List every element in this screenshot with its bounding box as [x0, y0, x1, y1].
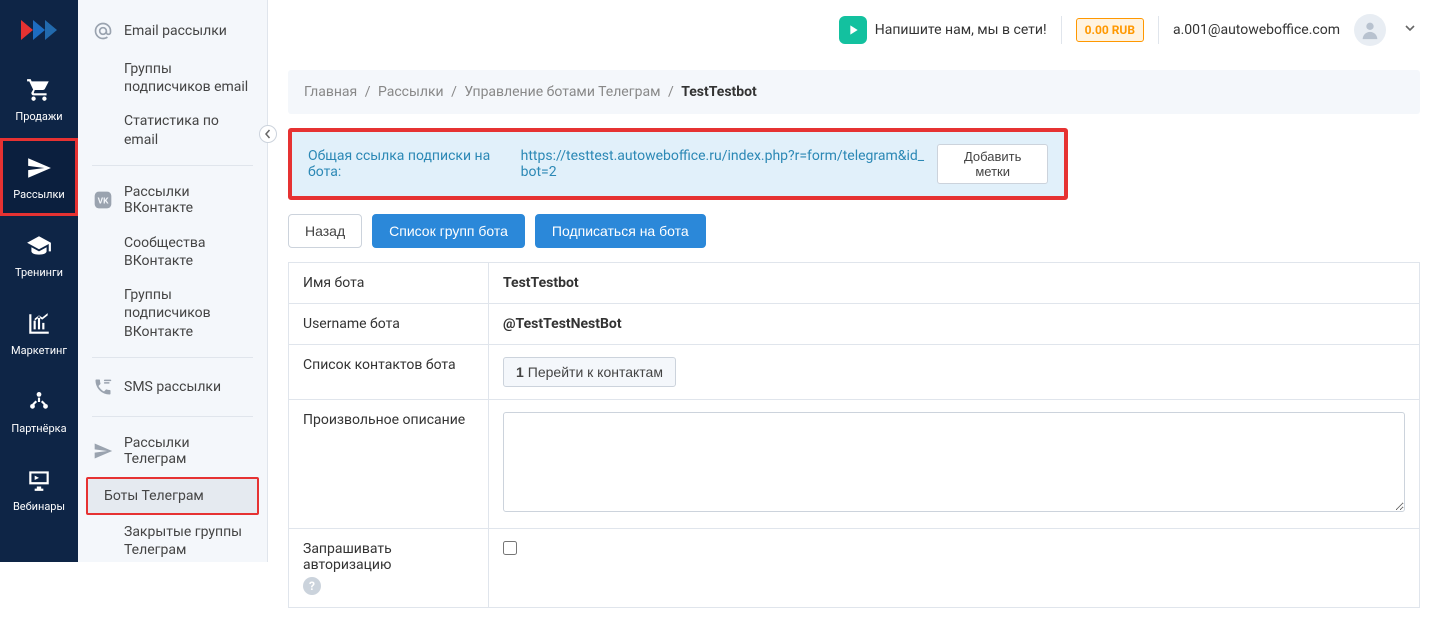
divider	[92, 165, 253, 166]
sidebar-vk-label: Рассылки ВКонтакте	[124, 184, 253, 216]
sidebar-telegram-bots[interactable]: Боты Телеграм	[86, 477, 259, 515]
secondary-sidebar: Email рассылки Группы подписчиков email …	[78, 0, 268, 562]
topbar: Напишите нам, мы в сети! 0.00 RUB a.001@…	[268, 0, 1440, 60]
nav-marketing-label: Маркетинг	[11, 344, 67, 357]
play-icon	[839, 16, 867, 44]
table-row: Запрашивать авторизацию ?	[289, 529, 1420, 608]
sidebar-telegram-label: Рассылки Телеграм	[124, 435, 253, 467]
nav-partner-label: Партнёрка	[11, 422, 66, 435]
contacts-link-text: Перейти к контактам	[528, 364, 663, 380]
sidebar-sms[interactable]: SMS рассылки	[78, 366, 267, 408]
contacts-count: 1	[516, 364, 524, 380]
sidebar-email[interactable]: Email рассылки	[78, 10, 267, 52]
svg-text:VK: VK	[98, 196, 109, 206]
breadcrumb-sep: /	[668, 84, 674, 100]
table-row: Список контактов бота 1 Перейти к контак…	[289, 345, 1420, 400]
logo-icon	[19, 16, 59, 44]
chat-widget[interactable]: Напишите нам, мы в сети!	[839, 16, 1047, 44]
subscription-link-panel: Общая ссылка подписки на бота: https://t…	[288, 128, 1068, 200]
bot-groups-button[interactable]: Список групп бота	[372, 214, 525, 248]
app-logo[interactable]	[0, 0, 78, 60]
breadcrumb-sep: /	[451, 84, 457, 100]
description-label: Произвольное описание	[289, 400, 489, 529]
go-to-contacts-button[interactable]: 1 Перейти к контактам	[503, 357, 676, 387]
sidebar-telegram[interactable]: Рассылки Телеграм	[78, 425, 267, 477]
chart-icon	[25, 310, 53, 338]
sidebar-email-stats[interactable]: Статистика по email	[78, 104, 267, 156]
breadcrumb-home[interactable]: Главная	[304, 84, 357, 100]
bot-detail-table: Имя бота TestTestbot Username бота @Test…	[288, 262, 1420, 608]
bot-name-value: TestTestbot	[489, 263, 1420, 304]
action-buttons: Назад Список групп бота Подписаться на б…	[288, 214, 1420, 248]
help-icon[interactable]: ?	[303, 577, 321, 595]
graduation-icon	[25, 232, 53, 260]
divider	[92, 416, 253, 417]
back-button[interactable]: Назад	[288, 214, 362, 248]
user-email[interactable]: a.001@autoweboffice.com	[1173, 22, 1340, 38]
nav-sales-label: Продажи	[15, 110, 62, 123]
phone-icon	[92, 376, 114, 398]
sidebar-vk-groups[interactable]: Группы подписчиков ВКонтакте	[78, 278, 267, 349]
breadcrumb: Главная / Рассылки / Управление ботами Т…	[288, 70, 1420, 114]
nav-trainings[interactable]: Тренинги	[0, 216, 78, 294]
subscription-link[interactable]: https://testtest.autoweboffice.ru/index.…	[521, 148, 928, 180]
nav-webinars-label: Вебинары	[13, 500, 65, 513]
chat-status-text: Напишите нам, мы в сети!	[875, 22, 1047, 38]
divider	[92, 357, 253, 358]
contacts-label: Список контактов бота	[289, 345, 489, 400]
user-menu-toggle[interactable]	[1400, 22, 1420, 38]
authorize-checkbox[interactable]	[503, 541, 517, 555]
sidebar-vk[interactable]: VK Рассылки ВКонтакте	[78, 174, 267, 226]
add-labels-button[interactable]: Добавить метки	[937, 144, 1048, 184]
vk-icon: VK	[92, 189, 114, 211]
send-icon	[25, 154, 53, 182]
breadcrumb-mailings[interactable]: Рассылки	[378, 84, 444, 100]
authorize-label: Запрашивать авторизацию	[303, 541, 392, 573]
breadcrumb-current: TestTestbot	[681, 84, 757, 100]
description-textarea[interactable]	[503, 412, 1405, 512]
table-row: Username бота @TestTestNestBot	[289, 304, 1420, 345]
username-label: Username бота	[289, 304, 489, 345]
breadcrumb-manage-bots[interactable]: Управление ботами Телеграм	[464, 84, 660, 100]
chevron-left-icon	[263, 129, 273, 139]
nav-webinars[interactable]: Вебинары	[0, 450, 78, 528]
separator	[1061, 16, 1062, 44]
telegram-icon	[92, 440, 114, 462]
chevron-down-icon	[1404, 22, 1416, 34]
table-row: Произвольное описание	[289, 400, 1420, 529]
subscribe-button[interactable]: Подписаться на бота	[535, 214, 706, 248]
sidebar-vk-communities[interactable]: Сообщества ВКонтакте	[78, 226, 267, 278]
nav-mailings-label: Рассылки	[13, 188, 65, 201]
main-content: Главная / Рассылки / Управление ботами Т…	[268, 0, 1440, 628]
bot-name-label: Имя бота	[289, 263, 489, 304]
username-value: @TestTestNestBot	[489, 304, 1420, 345]
at-icon	[92, 20, 114, 42]
sidebar-email-label: Email рассылки	[124, 23, 227, 39]
cart-icon	[25, 76, 53, 104]
avatar[interactable]	[1354, 14, 1386, 46]
people-icon	[25, 388, 53, 416]
nav-sales[interactable]: Продажи	[0, 60, 78, 138]
nav-trainings-label: Тренинги	[15, 266, 63, 279]
sidebar-collapse-button[interactable]	[259, 125, 277, 143]
sidebar-sms-label: SMS рассылки	[124, 379, 221, 395]
primary-sidebar: Продажи Рассылки Тренинги Маркетинг Парт…	[0, 0, 78, 562]
presentation-icon	[25, 466, 53, 494]
balance-badge[interactable]: 0.00 RUB	[1076, 18, 1144, 42]
nav-mailings[interactable]: Рассылки	[0, 138, 78, 216]
nav-marketing[interactable]: Маркетинг	[0, 294, 78, 372]
user-icon	[1359, 19, 1381, 41]
table-row: Имя бота TestTestbot	[289, 263, 1420, 304]
sidebar-email-groups[interactable]: Группы подписчиков email	[78, 52, 267, 104]
sidebar-telegram-groups[interactable]: Закрытые группы Телеграм	[78, 515, 267, 567]
breadcrumb-sep: /	[365, 84, 371, 100]
subscription-link-label: Общая ссылка подписки на бота:	[308, 148, 511, 180]
nav-partner[interactable]: Партнёрка	[0, 372, 78, 450]
separator	[1158, 16, 1159, 44]
